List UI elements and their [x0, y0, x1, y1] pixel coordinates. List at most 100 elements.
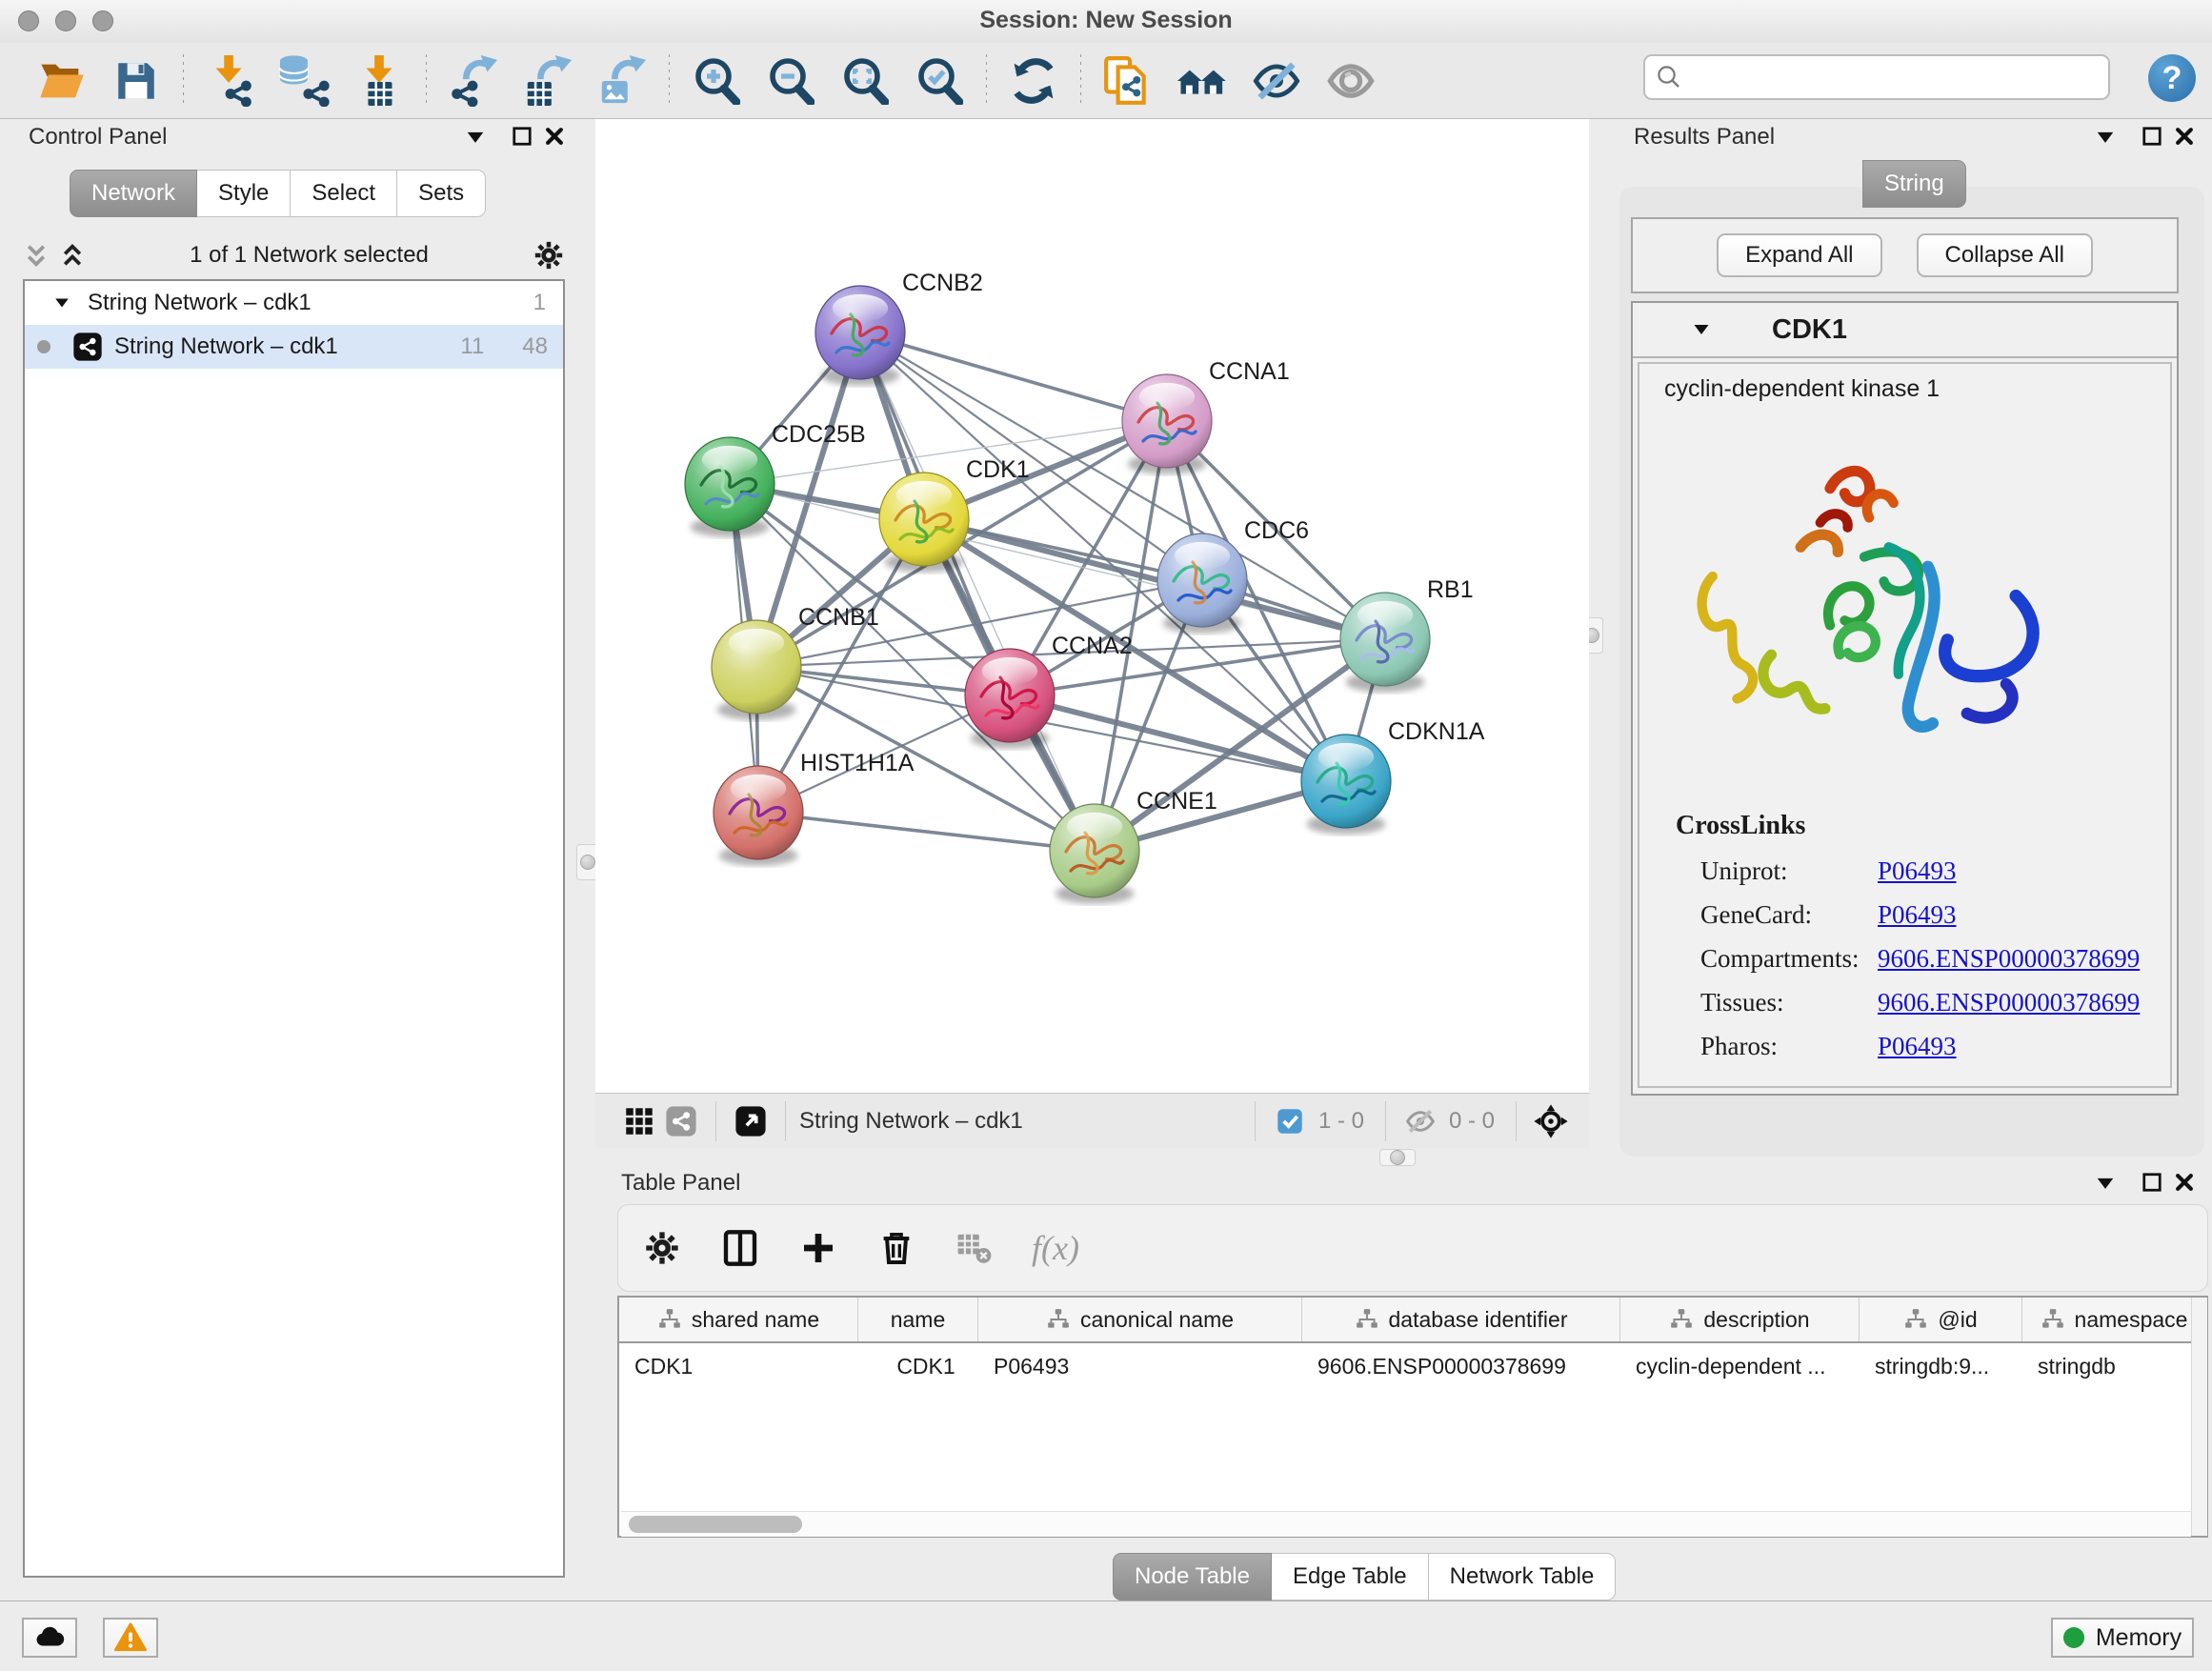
table-panel-close-icon[interactable]	[2168, 1168, 2201, 1197]
expand-all-icon[interactable]	[59, 242, 86, 269]
tab-network-table[interactable]: Network Table	[1429, 1553, 1617, 1601]
table-panel-collapse-icon[interactable]	[2089, 1168, 2122, 1197]
crosslink-link[interactable]: P06493	[1878, 1032, 1957, 1061]
export-table-icon[interactable]	[511, 50, 585, 111]
delete-column-trash-icon[interactable]	[875, 1227, 917, 1269]
table-row[interactable]: CDK1CDK1P064939606.ENSP00000378699cyclin…	[619, 1343, 2206, 1389]
column-header-description[interactable]: description	[1620, 1298, 1860, 1341]
expand-all-button[interactable]: Expand All	[1717, 233, 1881, 277]
node-HIST1H1A[interactable]: HIST1H1A	[714, 750, 915, 866]
table-cell: stringdb:9...	[1860, 1354, 2022, 1379]
column-label: @id	[1938, 1307, 1977, 1333]
network-canvas[interactable]: CCNB2CCNA1CDC25BCDK1CDC6RB1CCNB1CCNA2CDK…	[595, 119, 1589, 1093]
show-columns-icon[interactable]	[719, 1227, 761, 1269]
tab-select[interactable]: Select	[291, 170, 397, 217]
control-panel-float-icon[interactable]	[506, 122, 538, 151]
cloud-button[interactable]	[22, 1618, 77, 1658]
crosslink-link[interactable]: 9606.ENSP00000378699	[1878, 944, 2140, 974]
show-graphics-icon[interactable]	[1314, 50, 1388, 111]
hierarchy-icon	[1903, 1308, 1928, 1331]
control-panel-close-icon[interactable]	[538, 122, 571, 151]
edge-CCNB2-CCNA1[interactable]	[860, 332, 1167, 421]
export-image-icon[interactable]	[585, 50, 659, 111]
node-CCNA1[interactable]: CCNA1	[1122, 358, 1290, 474]
network-options-gear-icon[interactable]	[533, 239, 565, 272]
network-collection-row[interactable]: String Network – cdk1 1	[25, 281, 563, 325]
duplicate-network-icon[interactable]	[1091, 50, 1165, 111]
create-column-plus-icon[interactable]	[797, 1227, 839, 1269]
results-panel-close-icon[interactable]	[2168, 122, 2201, 151]
grid-view-icon[interactable]	[618, 1100, 660, 1142]
network-row[interactable]: String Network – cdk1 11 48	[25, 325, 563, 369]
tab-edge-table[interactable]: Edge Table	[1272, 1553, 1429, 1601]
column-label: canonical name	[1080, 1307, 1234, 1333]
import-table-icon[interactable]	[342, 50, 416, 111]
table-horizontal-scrollbar[interactable]	[621, 1511, 2191, 1537]
table-options-gear-icon[interactable]	[641, 1227, 683, 1269]
tab-sets[interactable]: Sets	[397, 170, 486, 217]
table-vertical-scrollbar[interactable]	[2191, 1298, 2207, 1536]
collapse-all-icon[interactable]	[23, 242, 50, 269]
edge-HIST1H1A-CCNE1[interactable]	[758, 813, 1095, 851]
section-expander-icon[interactable]	[1692, 320, 1711, 339]
memory-button[interactable]: Memory	[2051, 1618, 2194, 1658]
control-panel-collapse-icon[interactable]	[459, 122, 492, 151]
tree-expander-icon[interactable]	[53, 294, 70, 312]
table-header-row: shared namename canonical name database id…	[619, 1298, 2206, 1343]
open-session-icon[interactable]	[25, 50, 99, 111]
import-database-icon[interactable]	[268, 50, 342, 111]
column-header-canonical-name[interactable]: canonical name	[978, 1298, 1302, 1341]
results-panel-collapse-icon[interactable]	[2089, 122, 2122, 151]
collapse-all-button[interactable]: Collapse All	[1917, 233, 2093, 277]
export-network-icon[interactable]	[436, 50, 511, 111]
selected-checkbox-icon[interactable]	[1269, 1100, 1311, 1142]
node-layer: CCNB2CCNA1CDC25BCDK1CDC6RB1CCNB1CCNA2CDK…	[685, 270, 1485, 904]
crosslink-link[interactable]: 9606.ENSP00000378699	[1878, 988, 2140, 1017]
tab-style[interactable]: Style	[197, 170, 291, 217]
import-network-icon[interactable]	[193, 50, 268, 111]
node-CDK1[interactable]: CDK1	[879, 456, 1030, 573]
hide-selected-icon[interactable]	[1239, 50, 1314, 111]
table-panel-float-icon[interactable]	[2136, 1168, 2168, 1197]
network-view-mode-icon[interactable]	[660, 1100, 702, 1142]
node-CCNE1[interactable]: CCNE1	[1050, 788, 1217, 904]
crosslink-link[interactable]: P06493	[1878, 900, 1957, 930]
results-panel-tabs: String	[1862, 160, 1966, 208]
node-label-CCNB2: CCNB2	[902, 270, 983, 296]
crosslink-label: Tissues:	[1639, 988, 1878, 1017]
node-CDKN1A[interactable]: CDKN1A	[1301, 718, 1485, 835]
warning-button[interactable]	[103, 1618, 158, 1658]
column-label: database identifier	[1389, 1307, 1568, 1333]
tab-network[interactable]: Network	[70, 170, 197, 217]
first-neighbors-icon[interactable]	[1165, 50, 1239, 111]
tab-node-table[interactable]: Node Table	[1113, 1553, 1272, 1601]
column-header-@id[interactable]: @id	[1860, 1298, 2022, 1341]
zoom-out-icon[interactable]	[754, 50, 828, 111]
zoom-in-icon[interactable]	[679, 50, 754, 111]
column-header-name[interactable]: name	[858, 1298, 978, 1341]
hidden-eye-icon[interactable]	[1399, 1100, 1441, 1142]
crosshair-icon[interactable]	[1530, 1100, 1572, 1142]
detach-view-icon[interactable]	[730, 1100, 772, 1142]
zoom-fit-icon[interactable]	[828, 50, 902, 111]
selected-counts: 1 - 0	[1318, 1108, 1364, 1135]
save-session-icon[interactable]	[99, 50, 173, 111]
column-label: description	[1703, 1307, 1809, 1333]
search-input[interactable]	[1683, 63, 2068, 91]
scrollbar-thumb[interactable]	[629, 1516, 802, 1533]
hierarchy-icon	[1669, 1308, 1694, 1331]
column-header-database-identifier[interactable]: database identifier	[1302, 1298, 1620, 1341]
gene-section-header[interactable]: CDK1	[1633, 303, 2177, 358]
zoom-selected-icon[interactable]	[902, 50, 976, 111]
horizontal-splitter-handle[interactable]	[1379, 1149, 1416, 1166]
crosslink-link[interactable]: P06493	[1878, 856, 1957, 886]
column-header-shared-name[interactable]: shared name	[619, 1298, 858, 1341]
results-panel-float-icon[interactable]	[2136, 122, 2168, 151]
refresh-layout-icon[interactable]	[996, 50, 1071, 111]
crosslink-label: Pharos:	[1639, 1032, 1878, 1061]
help-button[interactable]: ?	[2148, 54, 2196, 102]
node-RB1[interactable]: RB1	[1340, 576, 1474, 693]
tab-string[interactable]: String	[1862, 160, 1966, 208]
node-label-CDKN1A: CDKN1A	[1388, 718, 1485, 745]
column-header-namespace[interactable]: namespace	[2022, 1298, 2206, 1341]
